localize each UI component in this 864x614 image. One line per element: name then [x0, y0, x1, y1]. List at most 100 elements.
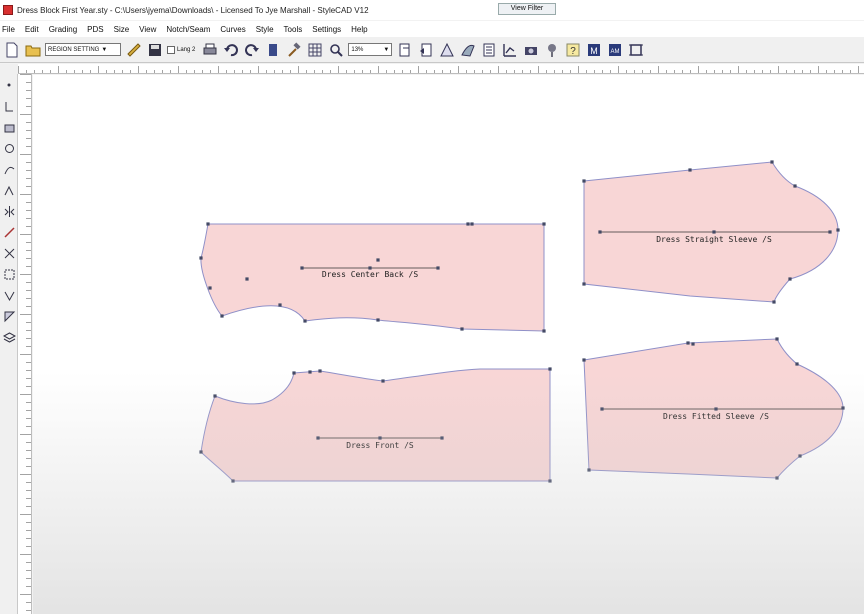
hammer-icon[interactable] [285, 41, 303, 59]
menu-settings[interactable]: Settings [312, 25, 341, 34]
pattern-point[interactable] [793, 184, 797, 188]
piece-dress-front[interactable]: Dress Front /S [200, 368, 551, 482]
select-tool-icon[interactable] [2, 120, 16, 134]
new-file-icon[interactable] [3, 41, 21, 59]
book-icon[interactable] [264, 41, 282, 59]
page-icon[interactable] [396, 41, 414, 59]
pattern-point[interactable] [691, 342, 695, 346]
pattern-point[interactable] [436, 266, 440, 270]
menu-tools[interactable]: Tools [284, 25, 303, 34]
page-left-icon[interactable] [417, 41, 435, 59]
mirror-tool-icon[interactable] [2, 204, 16, 218]
pattern-point[interactable] [199, 450, 203, 454]
zoom-icon[interactable] [327, 41, 345, 59]
drawing-canvas[interactable]: Dress Center Back /S Dress Straight Slee… [33, 75, 864, 614]
pattern-point[interactable] [376, 318, 380, 322]
chart-icon[interactable] [501, 41, 519, 59]
piece-dress-straight-sleeve[interactable]: Dress Straight Sleeve /S [583, 161, 839, 303]
layer-tool-icon[interactable] [2, 330, 16, 344]
pattern-point[interactable] [208, 286, 212, 290]
pattern-point[interactable] [292, 371, 296, 375]
menu-file[interactable]: File [2, 25, 15, 34]
pattern-point[interactable] [841, 406, 845, 410]
pattern-point[interactable] [542, 222, 546, 226]
menu-view[interactable]: View [139, 25, 156, 34]
dart-tool-icon[interactable] [2, 288, 16, 302]
measure-icon[interactable] [125, 41, 143, 59]
pattern-point[interactable] [470, 222, 474, 226]
pattern-point[interactable] [688, 168, 692, 172]
pattern-point[interactable] [582, 358, 586, 362]
line-tool-icon[interactable] [2, 99, 16, 113]
menu-style[interactable]: Style [256, 25, 274, 34]
pattern-point[interactable] [775, 337, 779, 341]
warning-icon[interactable] [438, 41, 456, 59]
pattern-point[interactable] [199, 256, 203, 260]
pattern-point[interactable] [770, 160, 774, 164]
pattern-point[interactable] [220, 314, 224, 318]
pattern-point[interactable] [278, 303, 282, 307]
point-tool-icon[interactable] [2, 78, 16, 92]
pattern-point[interactable] [598, 230, 602, 234]
pattern-point[interactable] [795, 362, 799, 366]
pattern-point[interactable] [381, 379, 385, 383]
pattern-point[interactable] [798, 454, 802, 458]
seam-tool-icon[interactable] [2, 267, 16, 281]
pattern-point[interactable] [775, 476, 779, 480]
save-icon[interactable] [146, 41, 164, 59]
am-icon[interactable]: AM [606, 41, 624, 59]
pattern-point[interactable] [440, 436, 444, 440]
size-select[interactable]: REGION SETTING ▼ [45, 43, 121, 56]
pattern-point[interactable] [213, 394, 217, 398]
pattern-point[interactable] [772, 300, 776, 304]
pattern-point[interactable] [582, 179, 586, 183]
cut-tool-icon[interactable] [2, 225, 16, 239]
pattern-point[interactable] [316, 436, 320, 440]
menu-help[interactable]: Help [351, 25, 367, 34]
menu-grading[interactable]: Grading [49, 25, 77, 34]
lang2-checkbox[interactable]: Lang 2 [167, 45, 195, 54]
pattern-point[interactable] [206, 222, 210, 226]
menu-edit[interactable]: Edit [25, 25, 39, 34]
pattern-point[interactable] [368, 266, 372, 270]
pattern-point[interactable] [714, 407, 718, 411]
rotate-tool-icon[interactable] [2, 141, 16, 155]
pattern-point[interactable] [460, 327, 464, 331]
pattern-point[interactable] [231, 479, 235, 483]
pattern-point[interactable] [378, 436, 382, 440]
camera-icon[interactable] [522, 41, 540, 59]
m-icon[interactable]: M [585, 41, 603, 59]
help-icon[interactable]: ? [564, 41, 582, 59]
menu-curves[interactable]: Curves [220, 25, 245, 34]
zoom-select[interactable]: 13% ▼ [348, 43, 393, 56]
menu-pds[interactable]: PDS [87, 25, 103, 34]
piece-dress-fitted-sleeve[interactable]: Dress Fitted Sleeve /S [583, 338, 844, 479]
pattern-point[interactable] [466, 222, 470, 226]
pattern-point[interactable] [828, 230, 832, 234]
pattern-point[interactable] [376, 258, 380, 262]
pattern-point[interactable] [303, 319, 307, 323]
curve-tool-icon[interactable] [2, 162, 16, 176]
pin-icon[interactable] [543, 41, 561, 59]
redo-icon[interactable] [243, 41, 261, 59]
pattern-point[interactable] [548, 479, 552, 483]
document-icon[interactable] [480, 41, 498, 59]
pattern-point[interactable] [686, 341, 690, 345]
pattern-point[interactable] [245, 277, 249, 281]
menu-size[interactable]: Size [114, 25, 130, 34]
pattern-point[interactable] [712, 230, 716, 234]
frame-icon[interactable] [627, 41, 645, 59]
shape-icon[interactable] [459, 41, 477, 59]
grade-tool-icon[interactable] [2, 246, 16, 260]
menu-notch-seam[interactable]: Notch/Seam [166, 25, 210, 34]
pattern-point[interactable] [318, 369, 322, 373]
pattern-point[interactable] [542, 329, 546, 333]
fold-tool-icon[interactable] [2, 309, 16, 323]
pattern-point[interactable] [587, 468, 591, 472]
notch-tool-icon[interactable] [2, 183, 16, 197]
view-filter-button[interactable]: View Filter [498, 3, 556, 15]
undo-icon[interactable] [222, 41, 240, 59]
pattern-point[interactable] [788, 277, 792, 281]
pattern-point[interactable] [836, 228, 840, 232]
open-folder-icon[interactable] [24, 41, 42, 59]
